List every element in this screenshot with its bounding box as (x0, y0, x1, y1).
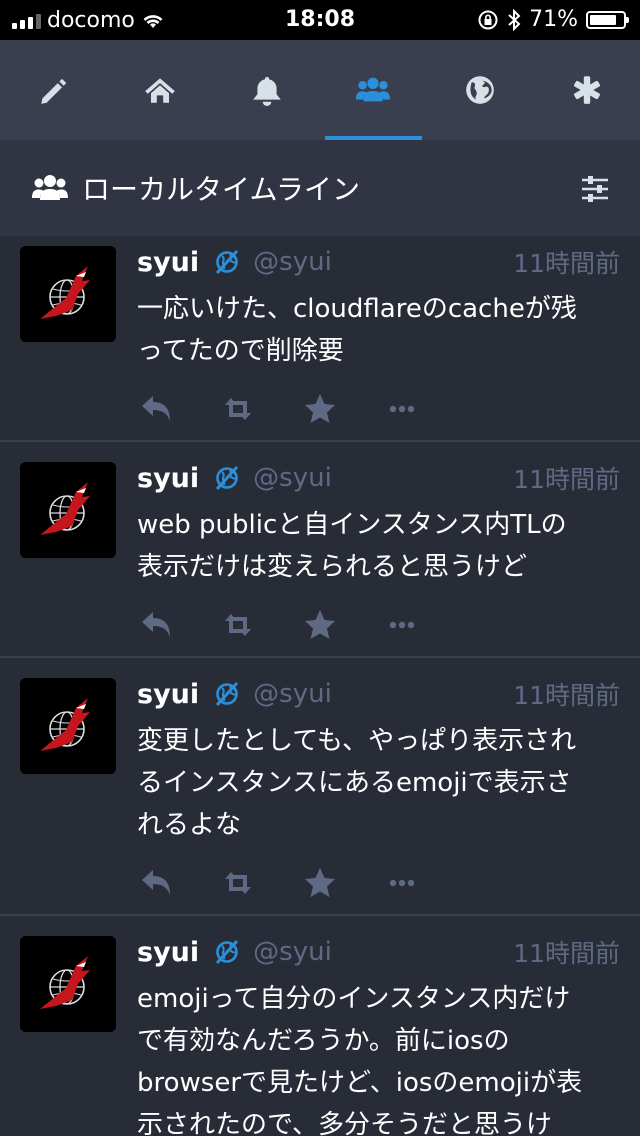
avatar[interactable] (20, 678, 116, 774)
favourite-star-icon[interactable] (303, 392, 337, 426)
reply-icon[interactable] (139, 866, 173, 900)
display-name[interactable]: syui (137, 937, 199, 968)
status-header: syui @syui 11時間前 (137, 932, 620, 972)
ios-status-bar: docomo 18:08 71% (0, 0, 640, 40)
tab-getting-started[interactable] (533, 40, 640, 140)
display-name[interactable]: syui (137, 679, 199, 710)
bluetooth-icon (508, 8, 521, 31)
boost-icon[interactable] (221, 866, 255, 900)
more-ellipsis-icon[interactable] (385, 392, 419, 426)
more-ellipsis-icon[interactable] (385, 866, 419, 900)
column-title: ローカルタイムライン (82, 173, 361, 206)
no-globe-icon (216, 939, 239, 965)
reply-icon[interactable] (139, 608, 173, 642)
eagle-globe-avatar-image (20, 246, 116, 342)
status-actions (137, 602, 620, 648)
tab-compose[interactable] (0, 40, 107, 140)
status-item[interactable]: syui @syui 11時間前 emojiって自分のインスタンス内だけ で有効… (0, 916, 640, 1136)
users-icon (32, 175, 68, 200)
tab-federated-timeline[interactable] (427, 40, 534, 140)
users-icon (356, 77, 391, 102)
display-name[interactable]: syui (137, 247, 199, 278)
boost-icon[interactable] (221, 608, 255, 642)
sliders-icon[interactable] (580, 174, 610, 204)
status-item[interactable]: syui @syui 11時間前 変更したとしても、やっぱり表示され るインスタ… (0, 658, 640, 916)
account-handle[interactable]: @syui (253, 247, 332, 277)
account-handle[interactable]: @syui (253, 937, 332, 967)
timeline[interactable]: syui @syui 11時間前 一応いけた、cloudflareのcacheが… (0, 236, 640, 1136)
avatar[interactable] (20, 246, 116, 342)
eagle-globe-avatar-image (20, 678, 116, 774)
globe-icon (466, 76, 494, 104)
boost-icon[interactable] (221, 392, 255, 426)
tab-notifications[interactable] (213, 40, 320, 140)
avatar[interactable] (20, 936, 116, 1032)
avatar[interactable] (20, 462, 116, 558)
bell-icon (252, 76, 281, 106)
status-content: web publicと自インスタンス内TLの 表示だけは変えられると思うけど (137, 510, 567, 582)
status-content: 変更したとしても、やっぱり表示され るインスタンスにあるemojiで表示さ れる… (137, 726, 577, 840)
display-name[interactable]: syui (137, 463, 199, 494)
status-actions (137, 386, 620, 432)
status-timestamp[interactable]: 11時間前 (513, 676, 620, 712)
tab-local-timeline[interactable] (320, 40, 427, 140)
more-ellipsis-icon[interactable] (385, 608, 419, 642)
status-timestamp[interactable]: 11時間前 (513, 244, 620, 280)
no-globe-icon (216, 249, 239, 275)
account-handle[interactable]: @syui (253, 679, 332, 709)
status-right: 71% (477, 7, 629, 32)
eagle-globe-avatar-image (20, 936, 116, 1032)
status-content: emojiって自分のインスタンス内だけ で有効なんだろうか。前にiosの bro… (137, 984, 583, 1136)
favourite-star-icon[interactable] (303, 608, 337, 642)
rotation-lock-icon (478, 10, 498, 29)
status-timestamp[interactable]: 11時間前 (513, 460, 620, 496)
column-nav-bar (0, 40, 640, 140)
no-globe-icon (216, 681, 239, 707)
status-content: 一応いけた、cloudflareのcacheが残 ってたので削除要 (137, 294, 577, 366)
tab-home[interactable] (107, 40, 214, 140)
favourite-star-icon[interactable] (303, 866, 337, 900)
asterisk-icon (573, 76, 600, 104)
status-header: syui @syui 11時間前 (137, 242, 620, 282)
battery-icon (586, 10, 629, 29)
battery-percent: 71% (529, 7, 578, 32)
status-item[interactable]: syui @syui 11時間前 一応いけた、cloudflareのcacheが… (0, 236, 640, 442)
pencil-icon (41, 78, 67, 104)
eagle-globe-avatar-image (20, 462, 116, 558)
status-item[interactable]: syui @syui 11時間前 web publicと自インスタンス内TLの … (0, 442, 640, 658)
status-header: syui @syui 11時間前 (137, 674, 620, 714)
no-globe-icon (216, 465, 239, 491)
status-actions (137, 860, 620, 906)
reply-icon[interactable] (139, 392, 173, 426)
status-header: syui @syui 11時間前 (137, 458, 620, 498)
column-header: ローカルタイムライン (0, 140, 640, 236)
account-handle[interactable]: @syui (253, 463, 332, 493)
home-icon (145, 78, 175, 103)
status-timestamp[interactable]: 11時間前 (513, 934, 620, 970)
